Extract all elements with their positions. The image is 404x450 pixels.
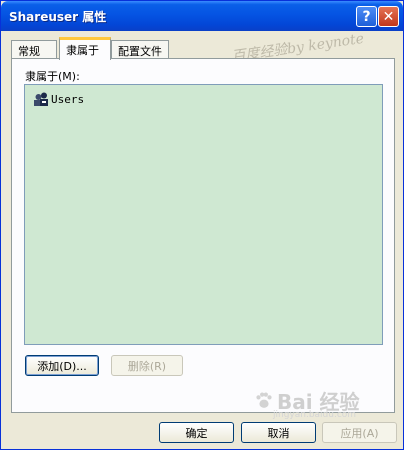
paw-icon: [256, 391, 272, 408]
question-icon: ?: [362, 8, 371, 25]
add-button[interactable]: 添加(D)...: [25, 355, 99, 376]
cancel-button[interactable]: 取消: [241, 422, 316, 443]
list-item[interactable]: Users: [33, 89, 84, 109]
tab-member-of[interactable]: 隶属于: [59, 37, 111, 60]
watermark-url: jingyan.baidu.com: [273, 410, 357, 420]
properties-window: Shareuser 属性 ? ✕ 百度经验by keynote 常规 隶属于 配…: [0, 0, 404, 450]
title-bar[interactable]: Shareuser 属性 ? ✕: [1, 1, 403, 31]
close-button[interactable]: ✕: [378, 6, 399, 27]
member-of-listbox[interactable]: Users: [24, 84, 383, 345]
close-icon: ✕: [382, 8, 395, 25]
member-of-label: 隶属于(M):: [25, 70, 80, 83]
tab-panel: 隶属于(M): Users 添加(D)... 删除(R): [11, 58, 395, 413]
help-button[interactable]: ?: [356, 6, 377, 27]
group-icon: [34, 92, 48, 106]
remove-button[interactable]: 删除(R): [111, 355, 183, 376]
window-title: Shareuser 属性: [9, 10, 107, 24]
tab-profile[interactable]: 配置文件: [111, 40, 169, 58]
list-item-label: Users: [51, 92, 85, 106]
ok-button[interactable]: 确定: [159, 422, 234, 443]
apply-button[interactable]: 应用(A): [322, 422, 397, 443]
tab-general[interactable]: 常规: [11, 40, 57, 58]
